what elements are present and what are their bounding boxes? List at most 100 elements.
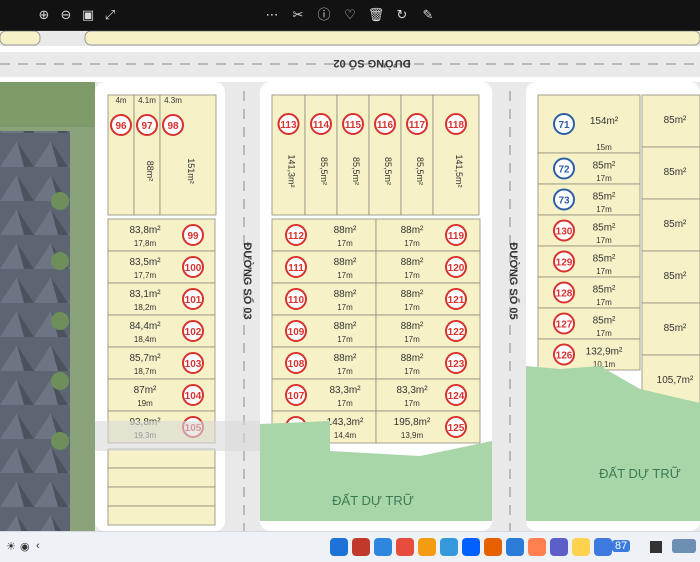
lot-114-number: 114	[313, 120, 330, 131]
lot-far-right-area: 85m²	[664, 167, 687, 178]
lot-empty[interactable]	[107, 467, 216, 488]
lot-110-number: 110	[288, 295, 305, 306]
lot-102-depth: 18,4m	[134, 335, 157, 344]
lot-97[interactable]	[133, 94, 161, 216]
lot-71-area: 154m²	[590, 116, 619, 127]
lot-125-area: 195,8m²	[394, 417, 431, 428]
lot-122-area: 88m²	[401, 321, 424, 332]
taskbar-start-icon[interactable]	[330, 538, 348, 556]
road-label-left: ĐƯỜNG SỐ 03	[241, 242, 255, 319]
lot-116-number: 116	[377, 120, 394, 131]
edit-icon[interactable]: ✎	[419, 6, 437, 24]
lot-99-area: 83,8m²	[129, 225, 161, 236]
lot-125-number: 125	[448, 423, 465, 434]
lot-100-number: 100	[185, 263, 202, 274]
lot-71-number: 71	[558, 120, 570, 131]
lot-111-area: 88m²	[334, 257, 357, 268]
lot-113-number: 113	[280, 120, 297, 131]
subdivision-map: 96 4m 97 88m² 4.1m 98 151m² 4.3m 99 83,8m² 17,8m 10…	[0, 31, 700, 531]
lot-122-depth: 17m	[404, 335, 420, 344]
lot-109-area: 88m²	[334, 321, 357, 332]
lot-122-number: 122	[448, 327, 465, 338]
lot-empty[interactable]	[107, 448, 216, 469]
lot-71-depth: 15m	[596, 143, 612, 152]
lot-129-depth: 17m	[596, 267, 612, 276]
lot-108-depth: 17m	[337, 367, 353, 376]
delete-icon[interactable]: 🗑︎	[367, 6, 385, 24]
taskbar-firefox-icon[interactable]	[484, 538, 502, 556]
taskbar-phone-link-icon[interactable]	[594, 538, 612, 556]
lot-112-number: 112	[288, 231, 305, 242]
lot-127-number: 127	[556, 320, 573, 331]
lot-far-right-area: 105,7m²	[657, 375, 694, 386]
taskbar-store-icon[interactable]	[440, 538, 458, 556]
lot-106-depth: 14,4m	[334, 431, 357, 440]
lot-98-number: 98	[167, 121, 179, 132]
more-icon[interactable]: ⋯	[263, 6, 281, 24]
lot-120-depth: 17m	[404, 271, 420, 280]
lot-118-area: 141,5m²	[454, 154, 464, 187]
taskbar-notes-icon[interactable]	[572, 538, 590, 556]
lot-103-area: 85,7m²	[129, 353, 161, 364]
rotate-icon[interactable]: ↻	[393, 6, 411, 24]
taskbar-search-icon[interactable]	[374, 538, 392, 556]
lot-108-area: 88m²	[334, 353, 357, 364]
taskbar-chrome-icon[interactable]	[418, 538, 436, 556]
lot-107-area: 83,3m²	[329, 385, 361, 396]
show-desktop-thumbnail[interactable]	[672, 539, 696, 553]
fit-screen-icon[interactable]: ▣	[79, 6, 97, 24]
lot-118-number: 118	[448, 120, 465, 131]
chevron-left-icon[interactable]: ‹	[36, 540, 40, 552]
weather-icon[interactable]: ☀︎	[6, 540, 16, 553]
lot-124-number: 124	[448, 391, 465, 402]
image-canvas: 96 4m 97 88m² 4.1m 98 151m² 4.3m 99 83,8m² 17,8m 10…	[0, 31, 700, 531]
lot-empty[interactable]	[107, 505, 216, 526]
taskbar-file-explorer-icon[interactable]	[396, 538, 414, 556]
lot-107-depth: 17m	[337, 399, 353, 408]
taskbar-paint-icon[interactable]	[528, 538, 546, 556]
taskbar-widgets-icon[interactable]	[352, 538, 370, 556]
sidewalk	[0, 77, 700, 82]
lot-72-number: 72	[558, 165, 570, 176]
lot-107-number: 107	[288, 391, 305, 402]
lot-96[interactable]	[107, 94, 135, 216]
tray-badge[interactable]: 87	[612, 540, 631, 552]
lot-127-area: 85m²	[593, 316, 616, 327]
lot-130-depth: 17m	[596, 236, 612, 245]
lot-73-area: 85m²	[593, 192, 616, 203]
info-icon[interactable]: ⓘ	[315, 6, 333, 24]
expand-icon[interactable]: ⤢	[101, 6, 119, 24]
lot-111-depth: 17m	[337, 271, 353, 280]
windows-taskbar: ☀︎ ◉ ‹ 87	[0, 531, 700, 562]
lot-115-number: 115	[345, 120, 362, 131]
lot-109-depth: 17m	[337, 335, 353, 344]
trees	[0, 82, 95, 127]
tree	[51, 372, 69, 390]
lot-119-number: 119	[448, 231, 465, 242]
tray-icon[interactable]	[650, 541, 662, 553]
heart-icon[interactable]: ♡	[341, 6, 359, 24]
lot-112-area: 88m²	[334, 225, 357, 236]
lot-101-depth: 18,2m	[134, 303, 157, 312]
image-viewer-toolbar: ⊕ ⊖ ▣ ⤢ ⋯ ✂ ⓘ ♡ 🗑︎ ↻ ✎	[0, 0, 700, 31]
lot-far-right-area: 85m²	[664, 115, 687, 126]
lot-113-area: 141,3m²	[287, 154, 297, 187]
lot-empty[interactable]	[107, 486, 216, 507]
taskbar-edge-icon[interactable]	[506, 538, 524, 556]
taskbar-dropbox-icon[interactable]	[462, 538, 480, 556]
zoom-out-icon[interactable]: ⊖	[57, 6, 75, 24]
zoom-in-icon[interactable]: ⊕	[35, 6, 53, 24]
crop-icon[interactable]: ✂	[289, 6, 307, 24]
road-shadow	[95, 421, 260, 451]
lot-109-number: 109	[288, 327, 305, 338]
lot-99-depth: 17,8m	[134, 239, 157, 248]
lot-far-right-area: 85m²	[664, 219, 687, 230]
lot-101-number: 101	[185, 295, 202, 306]
lot-104-area: 87m²	[134, 385, 157, 396]
block-edge	[84, 31, 700, 46]
lot-97-area: 88m²	[145, 161, 155, 182]
block-edge	[0, 31, 41, 46]
app-icon[interactable]: ◉	[20, 540, 30, 553]
taskbar-teams-icon[interactable]	[550, 538, 568, 556]
lot-98[interactable]	[159, 94, 217, 216]
